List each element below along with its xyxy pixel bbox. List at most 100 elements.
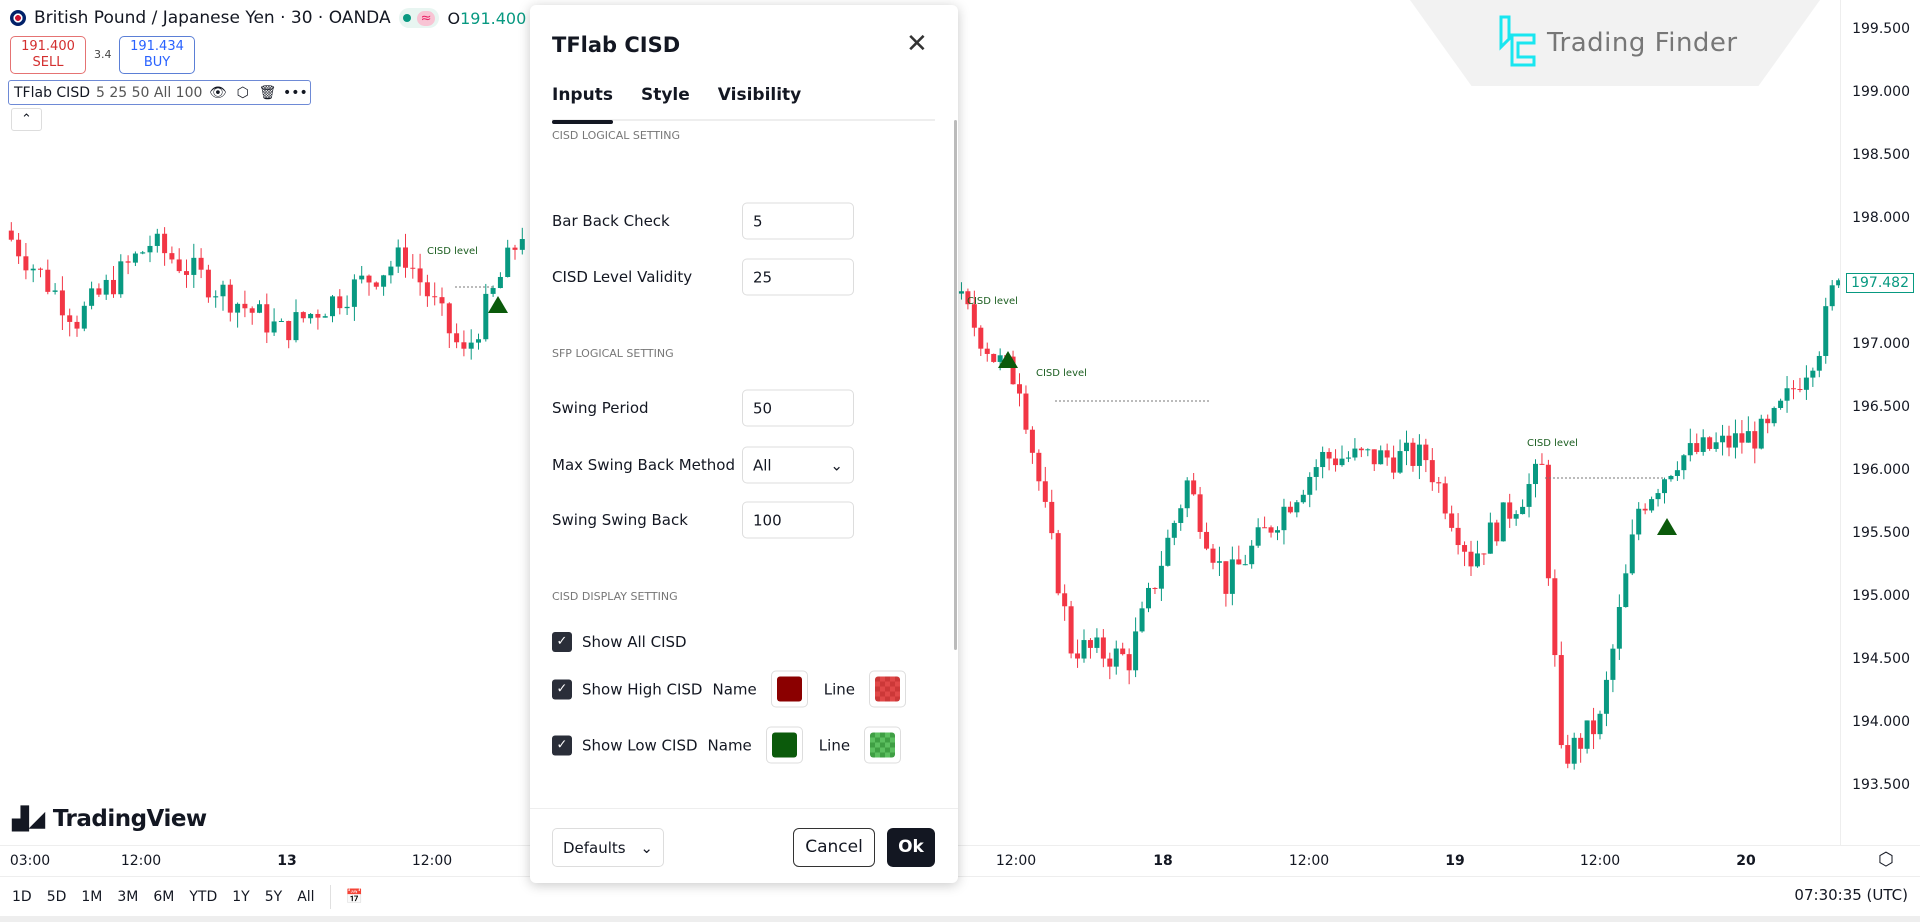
candle-body — [308, 313, 314, 319]
candle-body — [1358, 448, 1364, 451]
candle-body — [1062, 593, 1068, 607]
cisd-level-label: CISD level — [1527, 438, 1578, 449]
candle-body — [16, 239, 22, 257]
candle-body — [1094, 637, 1100, 648]
time-axis[interactable]: 03:00 12:00 13 12:00 12:00 18 12:00 19 12:00 20 — [0, 845, 1920, 875]
range-1y[interactable]: 1Y — [232, 889, 249, 905]
gbp-flag-icon — [10, 10, 26, 26]
section-sfp-logical: SFP LOGICAL SETTING — [552, 347, 674, 360]
candle-body — [1520, 506, 1526, 515]
more-icon[interactable]: ••• — [283, 85, 308, 101]
candle-body — [1184, 480, 1190, 509]
candle-body — [322, 316, 328, 318]
candle-body — [1700, 437, 1706, 452]
candle-body — [1042, 481, 1048, 502]
delay-icon: ≈ — [416, 10, 436, 26]
candle-body — [1539, 463, 1545, 465]
checkbox-checked-icon[interactable]: ✓ — [552, 632, 572, 652]
price-axis[interactable]: 199.500 199.000 198.500 198.000 197.000 196.5… — [1840, 0, 1920, 845]
candle-body — [337, 296, 343, 309]
candle-body — [1694, 443, 1700, 452]
collapse-legend-button[interactable]: ⌃ — [11, 108, 42, 131]
candle-body — [1204, 531, 1210, 549]
checkbox-checked-icon[interactable]: ✓ — [552, 735, 572, 755]
bar-back-check-input[interactable]: 5 — [742, 202, 854, 240]
symbol-header: British Pound / Japanese Yen · 30 · OAND… — [10, 8, 543, 28]
range-5d[interactable]: 5D — [47, 889, 67, 905]
range-5y[interactable]: 5Y — [265, 889, 282, 905]
candle-body — [154, 233, 160, 246]
high-line-color-swatch[interactable] — [869, 670, 906, 708]
candle-body — [497, 276, 503, 289]
candle-body — [249, 308, 255, 313]
candle-body — [1468, 551, 1474, 567]
swing-swing-back-input[interactable]: 100 — [742, 501, 854, 539]
candle-body — [490, 288, 496, 294]
range-1d[interactable]: 1D — [12, 889, 32, 905]
tab-visibility[interactable]: Visibility — [718, 85, 802, 121]
candle-body — [1300, 494, 1306, 503]
candle-body — [373, 282, 379, 287]
ok-button[interactable]: Ok — [887, 828, 935, 867]
tab-inputs[interactable]: Inputs — [552, 85, 613, 124]
show-all-cisd-checkbox[interactable]: ✓ Show All CISD — [552, 632, 687, 652]
cancel-button[interactable]: Cancel — [793, 828, 875, 867]
candle-body — [410, 267, 416, 269]
chart-settings-icon[interactable]: ⬡ — [1878, 849, 1894, 870]
range-3m[interactable]: 3M — [117, 889, 138, 905]
low-name-color-swatch[interactable] — [765, 726, 803, 764]
symbol-title[interactable]: British Pound / Japanese Yen · 30 · OAND… — [34, 8, 391, 28]
goto-date-icon[interactable]: 📅 — [346, 889, 363, 905]
indicator-legend[interactable]: TFlab CISD 5 25 50 All 100 👁 ⬡ 🗑 ••• — [8, 80, 311, 105]
buy-button[interactable]: 191.434 BUY — [119, 36, 195, 74]
candle-body — [52, 290, 58, 292]
candle-body — [1307, 476, 1313, 495]
checkbox-checked-icon[interactable]: ✓ — [552, 679, 572, 699]
trash-icon[interactable]: 🗑 — [258, 85, 277, 101]
time-label: 12:00 — [120, 853, 162, 869]
max-swing-back-method-select[interactable]: All ⌄ — [742, 446, 854, 484]
candle-body — [1391, 457, 1397, 473]
candle-body — [1236, 559, 1242, 565]
range-all[interactable]: All — [297, 889, 314, 905]
high-name-color-swatch[interactable] — [770, 670, 808, 708]
candle-body — [140, 252, 146, 254]
dialog-scrollbar[interactable] — [954, 120, 957, 650]
defaults-dropdown[interactable]: Defaults ⌄ — [552, 828, 664, 867]
candle-body — [1500, 502, 1506, 542]
candle-body — [81, 305, 87, 329]
last-price-label: 197.482 — [1846, 273, 1914, 294]
candle-body — [293, 312, 299, 341]
range-1m[interactable]: 1M — [81, 889, 102, 905]
candle-body — [1152, 587, 1158, 589]
candle-body — [111, 279, 116, 295]
candle-body — [1055, 533, 1061, 594]
candle-body — [1687, 443, 1693, 456]
candle-body — [1823, 306, 1829, 356]
candle-body — [198, 257, 204, 270]
market-status[interactable]: ≈ — [398, 8, 440, 28]
swing-period-input[interactable]: 50 — [742, 389, 854, 427]
close-icon[interactable]: ✕ — [906, 29, 928, 59]
show-high-cisd-row: ✓ Show High CISD Name Line — [552, 670, 906, 708]
range-ytd[interactable]: YTD — [189, 889, 217, 905]
candle-body — [1642, 508, 1648, 511]
settings-icon[interactable]: ⬡ — [233, 85, 252, 101]
candle-body — [271, 321, 277, 333]
eye-icon[interactable]: 👁 — [208, 85, 227, 101]
candle-body — [1171, 522, 1177, 538]
candle-body — [1287, 506, 1293, 513]
cisd-level-validity-input[interactable]: 25 — [742, 258, 854, 296]
candle-body — [242, 303, 248, 309]
range-6m[interactable]: 6M — [153, 889, 174, 905]
candle-body — [1120, 648, 1126, 655]
tab-style[interactable]: Style — [641, 85, 690, 121]
candle-body — [991, 353, 997, 362]
candle-body — [330, 296, 335, 317]
candle-body — [1778, 400, 1784, 408]
low-line-color-swatch[interactable] — [864, 726, 902, 764]
clock[interactable]: 07:30:35 (UTC) — [1794, 886, 1908, 904]
cisd-triangle-marker — [1657, 518, 1677, 535]
trading-finder-watermark: Trading Finder — [1410, 0, 1820, 86]
sell-button[interactable]: 191.400 SELL — [10, 36, 86, 74]
